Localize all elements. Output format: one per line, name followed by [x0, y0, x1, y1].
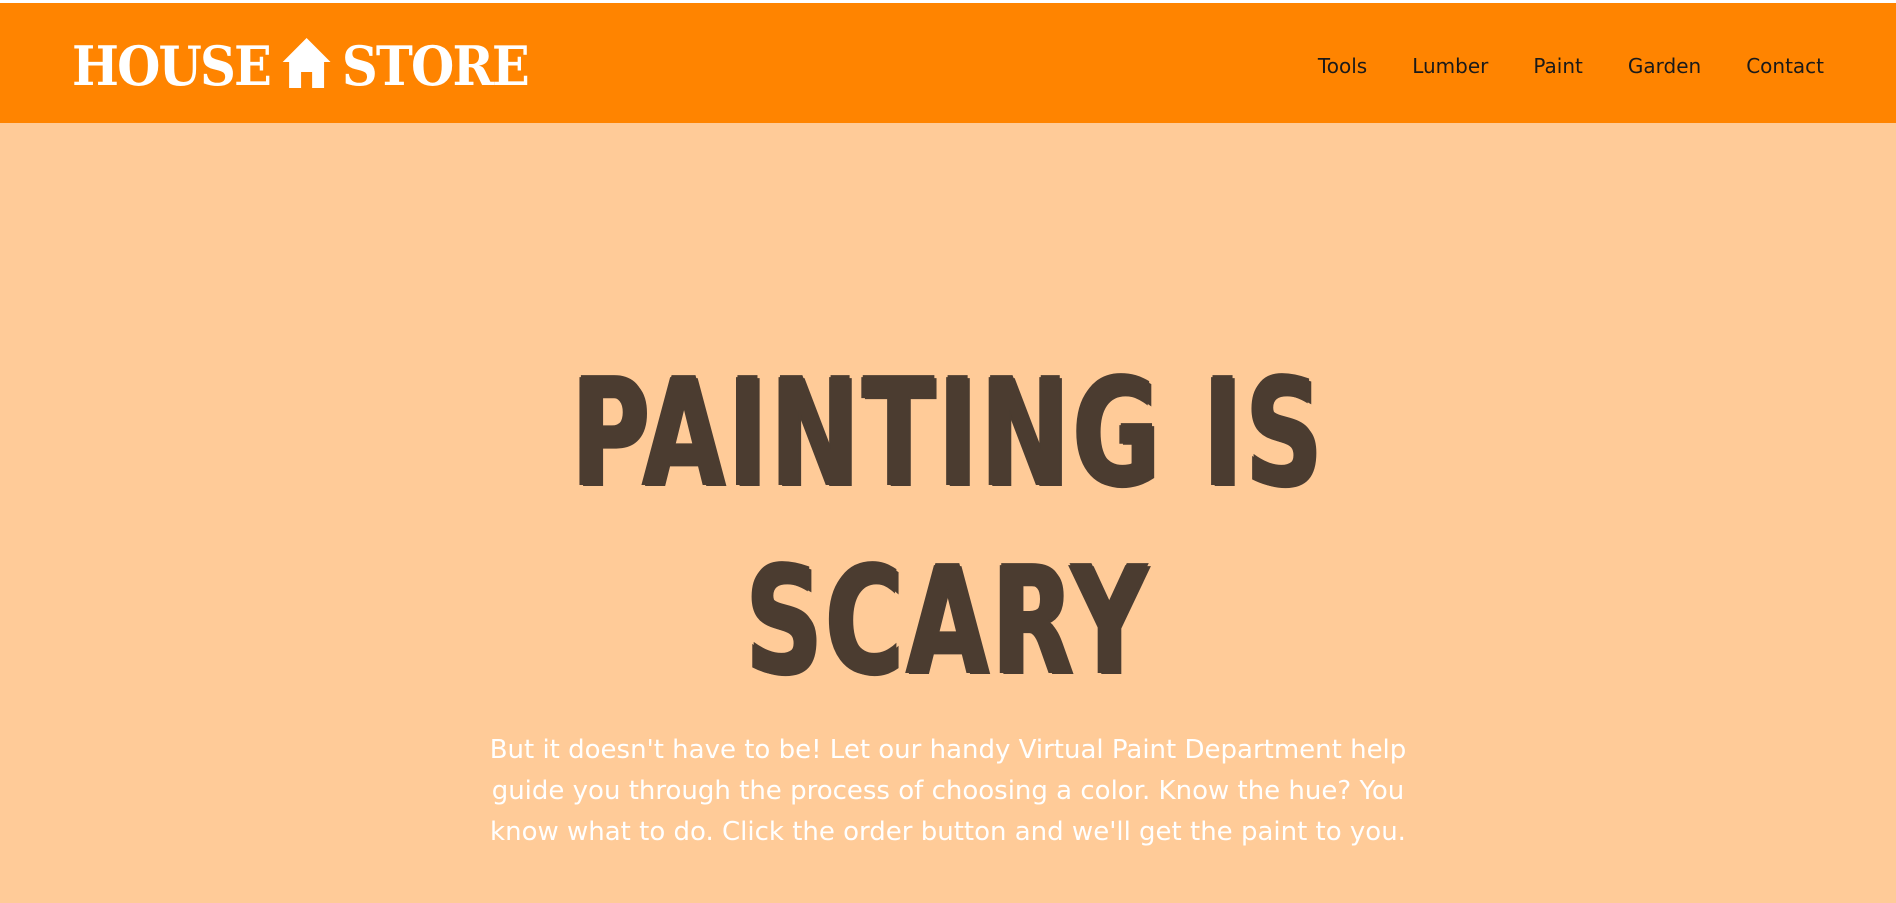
logo-text-left: HOUSE — [72, 34, 272, 98]
site-header: HOUSE STORE Tools Lumber Paint Garden Co… — [0, 3, 1896, 123]
main-nav: Tools Lumber Paint Garden Contact — [1273, 46, 1824, 86]
nav-tools[interactable]: Tools — [1273, 46, 1367, 86]
hero-title: PAINTING IS SCARY — [265, 338, 1630, 714]
hero-title-line2: SCARY — [745, 534, 1151, 706]
logo-text-right: STORE — [341, 34, 530, 98]
hero-description: But it doesn't have to be! Let our handy… — [489, 735, 1407, 847]
house-icon — [281, 36, 333, 90]
nav-contact[interactable]: Contact — [1701, 46, 1824, 86]
site-logo[interactable]: HOUSE STORE — [72, 34, 530, 98]
nav-lumber[interactable]: Lumber — [1367, 46, 1488, 86]
nav-paint[interactable]: Paint — [1488, 46, 1583, 86]
hero-title-line1: PAINTING IS — [571, 346, 1325, 518]
nav-garden[interactable]: Garden — [1583, 46, 1701, 86]
